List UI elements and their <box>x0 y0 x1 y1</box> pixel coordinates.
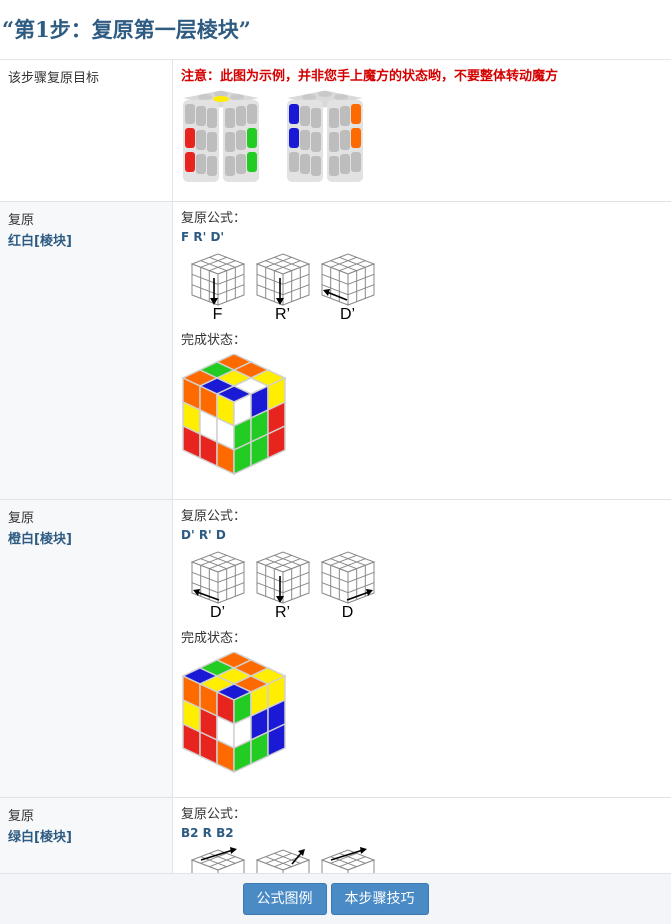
move-diagram: F <box>185 250 250 324</box>
formula-label: 复原公式： <box>181 807 247 822</box>
formula-label: 复原公式： <box>181 509 247 524</box>
edge-name: 橙白[棱块] <box>8 532 72 547</box>
move-diagrams: F R’ D’ <box>185 250 671 324</box>
cube-state-icon <box>181 651 287 774</box>
step-row-orange-white: 复原 橙白[棱块] 复原公式： D' R' D D’ R’ D 完成状态： <box>0 500 671 798</box>
target-cubes-image <box>180 89 366 182</box>
done-label: 完成状态： <box>181 631 247 646</box>
cube-move-d-prime-icon <box>190 551 245 604</box>
move-label: F <box>212 306 223 323</box>
step-content: 复原公式： D' R' D D’ R’ D 完成状态： <box>173 500 671 797</box>
cube-move-r-prime-icon <box>255 253 310 306</box>
move-diagram: D’ <box>185 548 250 622</box>
cube-move-d-icon <box>320 551 375 604</box>
move-diagram: R’ <box>250 250 315 324</box>
cube-state-icon <box>181 353 287 476</box>
move-label: D’ <box>339 306 356 323</box>
move-diagram: D’ <box>315 250 380 324</box>
edge-name: 红白[棱块] <box>8 234 72 249</box>
steps-table: 该步骤复原目标 注意：此图为示例，并非您手上魔方的状态哟，不要整体转动魔方 复原… <box>0 60 671 918</box>
formula-text: B2 R B2 <box>181 826 234 840</box>
formula-text: F R' D' <box>181 230 225 244</box>
page-title: “第1步：复原第一层棱块” <box>0 0 671 60</box>
target-cube-left-icon <box>180 89 262 182</box>
step-label: 复原 红白[棱块] <box>0 202 173 499</box>
done-label: 完成状态： <box>181 333 247 348</box>
target-cell: 注意：此图为示例，并非您手上魔方的状态哟，不要整体转动魔方 <box>173 60 671 201</box>
move-diagrams: D’ R’ D <box>185 548 671 622</box>
step-row-red-white: 复原 红白[棱块] 复原公式： F R' D' F R’ D’ 完成状态： <box>0 202 671 500</box>
target-label: 该步骤复原目标 <box>0 60 173 201</box>
move-diagram: R’ <box>250 548 315 622</box>
cube-move-d-prime-icon <box>320 253 375 306</box>
formula-text: D' R' D <box>181 528 226 542</box>
move-label: R’ <box>274 306 291 323</box>
cube-move-r-prime-icon <box>255 551 310 604</box>
step-tips-button[interactable]: 本步骤技巧 <box>330 883 429 915</box>
target-row: 该步骤复原目标 注意：此图为示例，并非您手上魔方的状态哟，不要整体转动魔方 <box>0 60 671 202</box>
move-label: D’ <box>209 604 226 621</box>
move-label: R’ <box>274 604 291 621</box>
step-content: 复原公式： F R' D' F R’ D’ 完成状态： <box>173 202 671 499</box>
cube-move-f-icon <box>190 253 245 306</box>
warning-note: 注意：此图为示例，并非您手上魔方的状态哟，不要整体转动魔方 <box>181 69 559 84</box>
formula-label: 复原公式： <box>181 211 247 226</box>
step-label: 复原 橙白[棱块] <box>0 500 173 797</box>
formula-legend-button[interactable]: 公式图例 <box>242 883 327 915</box>
edge-name: 绿白[棱块] <box>8 830 72 845</box>
move-diagram: D <box>315 548 380 622</box>
target-cube-right-icon <box>284 89 366 182</box>
footer-toolbar: 公式图例 本步骤技巧 <box>0 873 671 924</box>
move-label: D <box>341 604 354 621</box>
